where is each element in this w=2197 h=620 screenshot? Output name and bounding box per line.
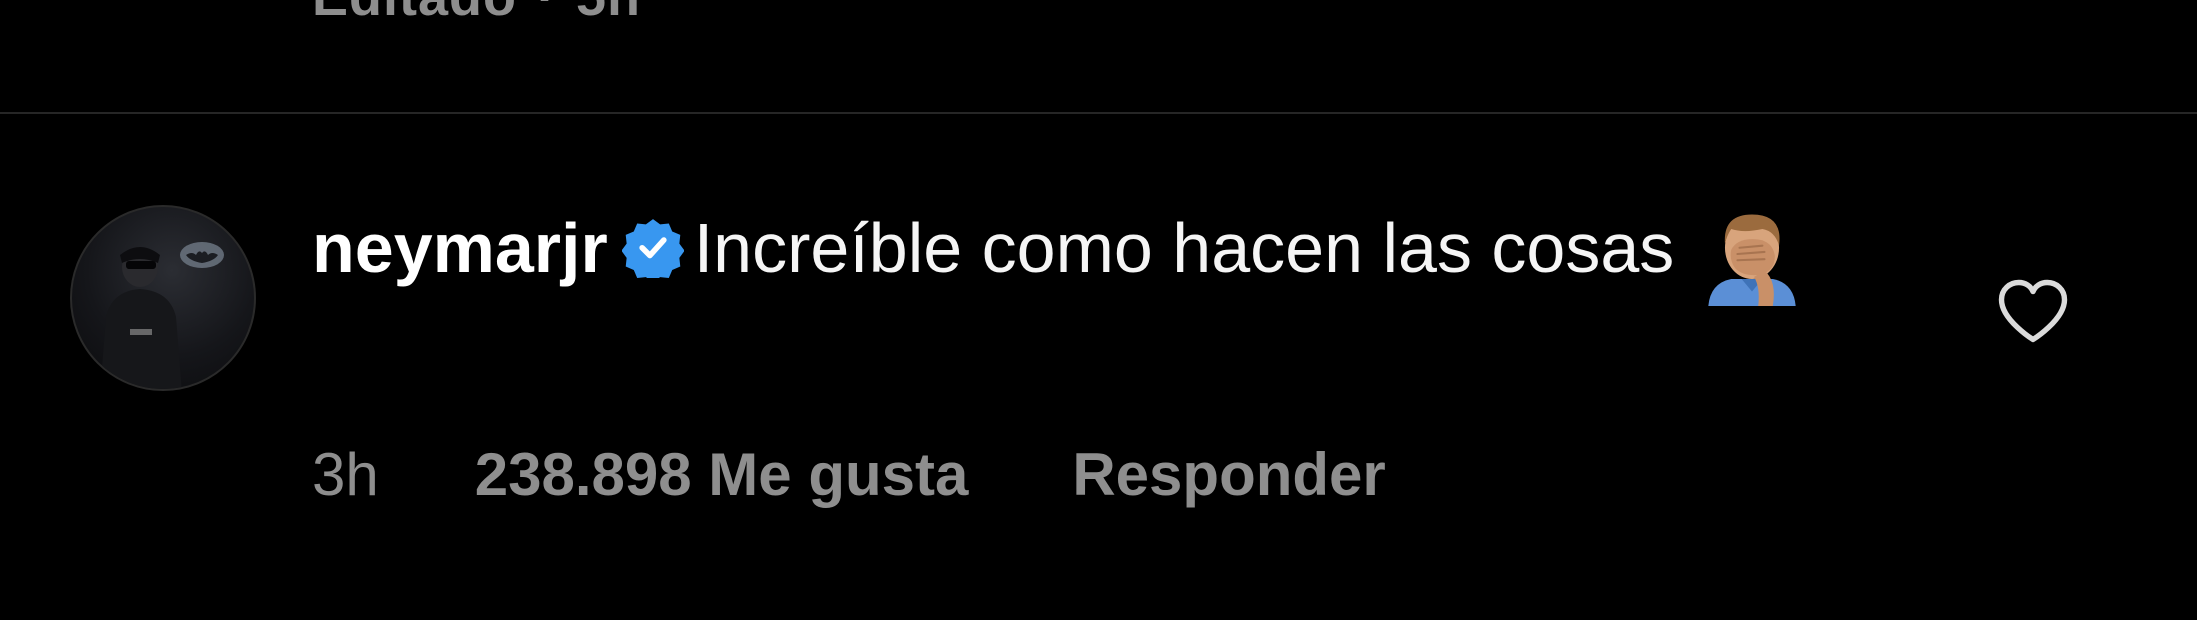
previous-comment-edited: Editado (312, 0, 517, 27)
comment-body: neymarjr Increíble como hacen las cosas (312, 200, 2032, 306)
previous-comment-time: 5h (576, 0, 641, 27)
previous-comment-meta: Editado · 5h (312, 0, 641, 28)
meta-separator: · (537, 0, 556, 27)
reply-button[interactable]: Responder (1072, 441, 1385, 508)
verified-badge-icon (621, 219, 684, 278)
heart-outline-icon[interactable] (1996, 278, 2070, 344)
comments-screen: Editado · 5h neymarjr Increíble como hacen… (0, 0, 2197, 620)
man-facepalming-emoji (1708, 214, 1796, 306)
avatar[interactable] (70, 205, 256, 391)
comment-username[interactable]: neymarjr (312, 209, 608, 287)
avatar-image (100, 242, 224, 389)
comment-likes[interactable]: 238.898 Me gusta (475, 441, 969, 508)
comment-divider (0, 112, 2197, 114)
comment-text: Increíble como hacen las cosas (693, 209, 1675, 287)
comment-meta: 3h 238.898 Me gusta Responder (312, 440, 1386, 509)
comment-time: 3h (312, 441, 379, 508)
